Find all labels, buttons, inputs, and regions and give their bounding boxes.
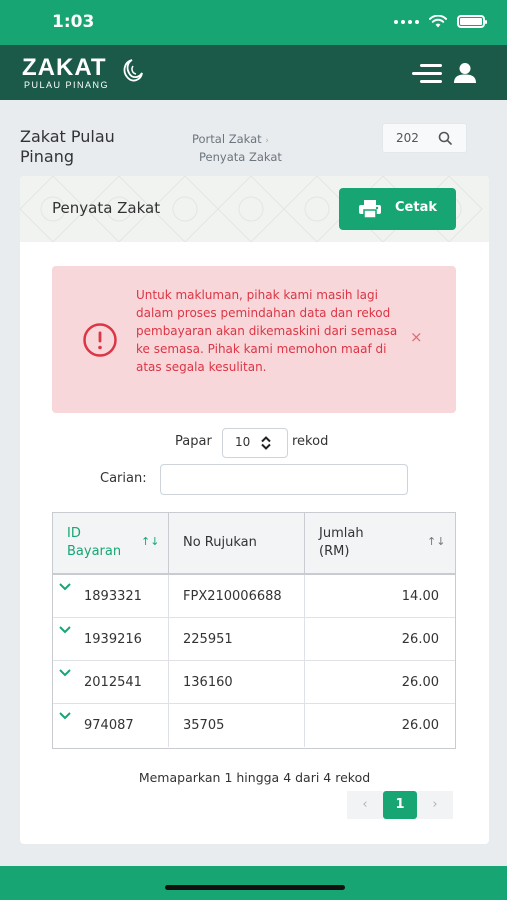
column-header-label: Jumlah (RM): [319, 526, 364, 559]
amount: 26.00: [401, 718, 439, 733]
breadcrumb-separator: ›: [265, 136, 269, 146]
print-button[interactable]: Cetak: [339, 188, 456, 230]
close-icon[interactable]: ×: [410, 328, 423, 346]
card-header: Penyata Zakat Cetak: [20, 176, 489, 242]
chevron-down-icon[interactable]: [58, 625, 72, 635]
breadcrumb: Portal Zakat › Penyata Zakat: [192, 131, 282, 165]
amount: 26.00: [401, 675, 439, 690]
reference-no: 35705: [183, 718, 225, 733]
pagination-next-button[interactable]: ›: [417, 791, 453, 819]
page-length-value: 10: [235, 435, 251, 449]
payment-id: 1939216: [84, 632, 142, 647]
reference-no: 136160: [183, 675, 233, 690]
page-length-select[interactable]: 10: [222, 428, 288, 458]
printer-icon: [359, 200, 381, 218]
records-label: rekod: [292, 434, 329, 449]
column-header-label: ID Bayaran: [67, 526, 122, 559]
wifi-icon: [429, 15, 447, 28]
statement-card: Penyata Zakat Cetak Untuk makluman, piha…: [20, 176, 489, 844]
status-time: 1:03: [52, 12, 95, 32]
hamburger-menu-icon[interactable]: [412, 64, 442, 84]
cell-ref: 136160: [169, 661, 305, 704]
top-navbar: ZAKAT PULAU PINANG: [0, 45, 507, 100]
cell-ref: 35705: [169, 704, 305, 747]
info-alert: Untuk makluman, pihak kami masih lagi da…: [52, 266, 456, 413]
table-search-input[interactable]: [160, 464, 408, 495]
logo-crescent-icon: [123, 59, 143, 82]
exclamation-circle-icon: [83, 323, 117, 357]
chevron-down-icon[interactable]: [58, 668, 72, 678]
status-bar: 1:03: [0, 0, 507, 45]
column-header-label: No Rujukan: [183, 535, 257, 550]
cell-id: 1893321: [53, 575, 169, 618]
card-title: Penyata Zakat: [52, 199, 161, 217]
signal-icon: [394, 19, 419, 24]
sort-icon: ↑↓: [141, 535, 160, 548]
table-info: Memaparkan 1 hingga 4 dari 4 rekod: [138, 770, 371, 785]
cell-amount: 26.00: [305, 661, 455, 704]
amount: 26.00: [401, 632, 439, 647]
column-header-no-rujukan[interactable]: No Rujukan: [169, 513, 305, 573]
user-profile-icon[interactable]: [454, 62, 476, 84]
column-header-jumlah[interactable]: Jumlah (RM) ↑↓: [305, 513, 455, 573]
header-search-input[interactable]: 202: [396, 131, 419, 145]
battery-icon: [457, 15, 487, 28]
cell-id: 1939216: [53, 618, 169, 661]
select-arrows-icon: [261, 436, 271, 450]
header-search-box[interactable]: 202: [382, 123, 467, 153]
cell-id: 974087: [53, 704, 169, 747]
table-header: ID Bayaran ↑↓ No Rujukan Jumlah (RM) ↑↓: [53, 513, 455, 575]
print-button-label: Cetak: [395, 200, 437, 215]
search-icon[interactable]: [438, 131, 452, 145]
column-header-id-bayaran[interactable]: ID Bayaran ↑↓: [53, 513, 169, 573]
pagination-page-1[interactable]: 1: [383, 791, 417, 819]
chevron-down-icon[interactable]: [58, 711, 72, 721]
payments-table: ID Bayaran ↑↓ No Rujukan Jumlah (RM) ↑↓ …: [52, 512, 456, 749]
alert-message: Untuk makluman, pihak kami masih lagi da…: [136, 288, 398, 374]
cell-ref: FPX210006688: [169, 575, 305, 618]
cell-amount: 26.00: [305, 618, 455, 661]
search-label: Carian:: [100, 471, 147, 486]
brand-tagline: PULAU PINANG: [24, 80, 110, 90]
payment-id: 974087: [84, 718, 134, 733]
show-label: Papar: [175, 434, 212, 449]
brand-name: ZAKAT: [22, 54, 107, 81]
footer-bar: [0, 866, 507, 900]
reference-no: 225951: [183, 632, 233, 647]
breadcrumb-item-penyata-zakat: Penyata Zakat: [199, 150, 282, 164]
chevron-down-icon[interactable]: [58, 582, 72, 592]
cell-amount: 14.00: [305, 575, 455, 618]
home-indicator[interactable]: [165, 885, 345, 890]
page-title: Zakat Pulau Pinang: [20, 127, 115, 166]
cell-ref: 225951: [169, 618, 305, 661]
breadcrumb-item-portal-zakat[interactable]: Portal Zakat: [192, 132, 262, 146]
payment-id: 1893321: [84, 589, 142, 604]
pagination-previous-button[interactable]: ‹: [347, 791, 383, 819]
amount: 14.00: [401, 589, 439, 604]
table-row: 1939216 225951 26.00: [53, 618, 455, 661]
table-row: 1893321 FPX210006688 14.00: [53, 575, 455, 618]
cell-id: 2012541: [53, 661, 169, 704]
pagination: ‹ 1 ›: [347, 791, 453, 819]
cell-amount: 26.00: [305, 704, 455, 747]
status-icons: [394, 15, 487, 28]
page-header: Zakat Pulau Pinang Portal Zakat › Penyat…: [0, 100, 507, 176]
table-row: 974087 35705 26.00: [53, 704, 455, 747]
table-row: 2012541 136160 26.00: [53, 661, 455, 704]
reference-no: FPX210006688: [183, 589, 282, 604]
sort-icon: ↑↓: [427, 535, 446, 548]
payment-id: 2012541: [84, 675, 142, 690]
brand-logo[interactable]: ZAKAT PULAU PINANG: [22, 54, 110, 91]
